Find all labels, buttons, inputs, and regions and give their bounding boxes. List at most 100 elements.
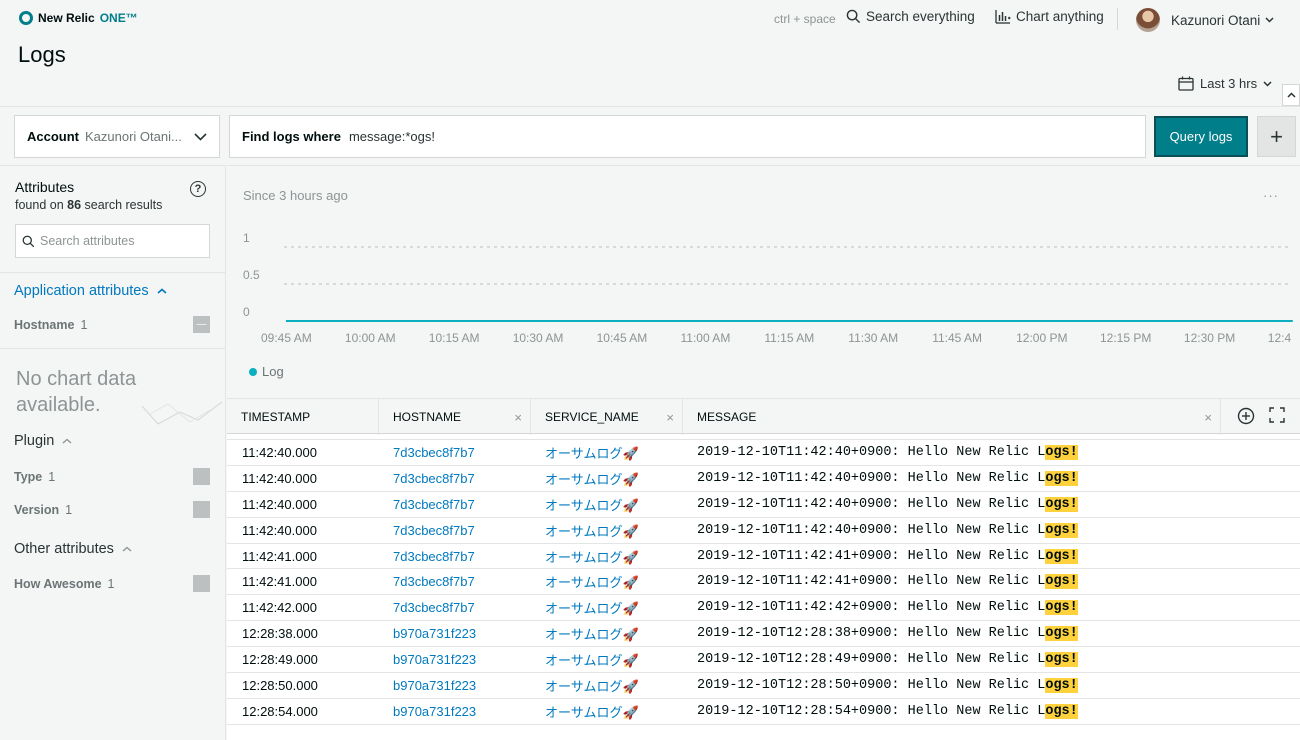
column-header-hostname[interactable]: HOSTNAME × — [379, 399, 531, 435]
attribute-checkbox[interactable]: — — [193, 316, 210, 333]
table-row[interactable]: 12:28:49.000 b970a731f223 オーサムログ🚀 2019-12-1… — [227, 647, 1300, 674]
remove-column-icon[interactable]: × — [514, 410, 522, 425]
time-picker-label: Last 3 hrs — [1200, 76, 1258, 91]
search-icon — [846, 9, 861, 24]
legend-swatch — [249, 367, 257, 376]
column-header-timestamp[interactable]: TIMESTAMP — [227, 399, 379, 435]
service-name-link[interactable]: オーサムログ🚀 — [545, 598, 639, 617]
service-name-link[interactable]: オーサムログ🚀 — [545, 572, 639, 591]
message-cell: 2019-12-10T12:28:50+0900: Hello New Reli… — [697, 677, 1078, 693]
chevron-down-icon — [1265, 17, 1274, 23]
service-name-link[interactable]: オーサムログ🚀 — [545, 521, 639, 540]
timestamp-cell: 11:42:40.000 — [242, 522, 317, 538]
table-row[interactable]: 11:42:40.000 7d3cbec8f7b7 オーサムログ🚀 2019-12-1… — [227, 466, 1300, 492]
message-text: 2019-12-10T11:42:40+0900: Hello New Reli… — [697, 496, 1046, 512]
hostname-link[interactable]: 7d3cbec8f7b7 — [393, 574, 475, 589]
message-cell: 2019-12-10T11:42:41+0900: Hello New Reli… — [697, 548, 1078, 564]
table-row[interactable]: 11:42:41.000 7d3cbec8f7b7 オーサムログ🚀 2019-12-1… — [227, 569, 1300, 596]
hostname-link[interactable]: 7d3cbec8f7b7 — [393, 600, 475, 615]
hostname-link[interactable]: b970a731f223 — [393, 626, 476, 641]
table-row[interactable]: 12:28:54.000 b970a731f223 オーサムログ🚀 2019-12-1… — [227, 699, 1300, 725]
attribute-row-how-awesome[interactable]: How Awesome 1 — [14, 575, 210, 592]
service-name-link[interactable]: オーサムログ🚀 — [545, 676, 639, 695]
attribute-checkbox[interactable] — [193, 501, 210, 518]
chart-legend[interactable]: Log — [249, 364, 284, 379]
table-row[interactable]: 12:28:50.000 b970a731f223 オーサムログ🚀 2019-12-1… — [227, 673, 1300, 699]
message-cell: 2019-12-10T11:42:40+0900: Hello New Reli… — [697, 496, 1078, 512]
account-label: Account — [27, 129, 79, 144]
y-tick-label: 1 — [243, 231, 250, 245]
hostname-link[interactable]: 7d3cbec8f7b7 — [393, 445, 475, 460]
attribute-count: 1 — [107, 576, 115, 591]
table-row[interactable]: 11:42:40.000 7d3cbec8f7b7 オーサムログ🚀 2019-12-1… — [227, 518, 1300, 544]
hostname-link[interactable]: 7d3cbec8f7b7 — [393, 497, 475, 512]
hostname-link[interactable]: 7d3cbec8f7b7 — [393, 523, 475, 538]
message-text: 2019-12-10T12:28:49+0900: Hello New Reli… — [697, 652, 1046, 668]
table-row[interactable]: 11:42:41.000 7d3cbec8f7b7 オーサムログ🚀 2019-12-1… — [227, 544, 1300, 570]
attribute-row-type[interactable]: Type 1 — [14, 468, 210, 485]
timestamp-cell: 12:28:50.000 — [242, 677, 318, 693]
message-cell: 2019-12-10T11:42:40+0900: Hello New Reli… — [697, 522, 1078, 538]
x-tick-label: 11:45 AM — [932, 331, 982, 345]
table-row[interactable]: 11:42:40.000 7d3cbec8f7b7 オーサムログ🚀 2019-12-1… — [227, 492, 1300, 518]
attribute-row-version[interactable]: Version 1 — [14, 501, 210, 518]
column-header-service-name[interactable]: SERVICE_NAME × — [531, 399, 683, 435]
time-picker[interactable]: Last 3 hrs — [1178, 76, 1272, 91]
chart-anything-button[interactable]: Chart anything — [995, 9, 1104, 24]
table-row[interactable]: 11:42:40.000 7d3cbec8f7b7 オーサムログ🚀 2019-12-1… — [227, 440, 1300, 466]
service-name-link[interactable]: オーサムログ🚀 — [545, 495, 639, 514]
add-query-button[interactable]: + — [1257, 116, 1296, 157]
attribute-checkbox[interactable] — [193, 468, 210, 485]
other-attributes-toggle[interactable]: Other attributes — [14, 541, 132, 557]
message-cell: 2019-12-10T11:42:40+0900: Hello New Reli… — [697, 444, 1078, 460]
attribute-row-hostname[interactable]: Hostname 1 — — [14, 316, 210, 333]
attributes-title: Attributes — [15, 179, 75, 195]
collapse-toggle[interactable] — [1282, 84, 1300, 106]
query-logs-button[interactable]: Query logs — [1154, 116, 1248, 157]
service-name-link[interactable]: オーサムログ🚀 — [545, 650, 639, 669]
chevron-up-icon — [1286, 92, 1296, 98]
remove-column-icon[interactable]: × — [666, 410, 674, 425]
service-name-link[interactable]: オーサムログ🚀 — [545, 624, 639, 643]
service-name-link[interactable]: オーサムログ🚀 — [545, 443, 639, 462]
attribute-checkbox[interactable] — [193, 575, 210, 592]
hostname-link[interactable]: 7d3cbec8f7b7 — [393, 549, 475, 564]
message-text: 2019-12-10T12:28:38+0900: Hello New Reli… — [697, 626, 1046, 642]
table-header: TIMESTAMP HOSTNAME × SERVICE_NAME × MESSAG… — [227, 398, 1300, 435]
message-text: 2019-12-10T11:42:41+0900: Hello New Reli… — [697, 548, 1046, 564]
user-menu[interactable]: Kazunori Otani — [1136, 8, 1274, 32]
hostname-link[interactable]: 7d3cbec8f7b7 — [393, 471, 475, 486]
hostname-link[interactable]: b970a731f223 — [393, 652, 476, 667]
attribute-search-input[interactable]: Search attributes — [15, 224, 210, 258]
x-tick-label: 10:15 AM — [429, 331, 480, 345]
user-name: Kazunori Otani — [1171, 12, 1261, 28]
add-column-icon[interactable] — [1237, 407, 1255, 425]
topbar-divider — [1117, 8, 1118, 30]
timestamp-cell: 12:28:49.000 — [242, 652, 318, 668]
chevron-up-icon — [122, 546, 132, 552]
search-highlight: ogs! — [1045, 548, 1078, 564]
service-name-link[interactable]: オーサムログ🚀 — [545, 702, 639, 721]
fullscreen-icon[interactable] — [1269, 407, 1285, 423]
table-row[interactable]: 11:42:42.000 7d3cbec8f7b7 オーサムログ🚀 2019-12-1… — [227, 595, 1300, 622]
timestamp-cell: 11:42:40.000 — [242, 496, 317, 512]
attribute-count: 1 — [48, 469, 56, 484]
hostname-link[interactable]: b970a731f223 — [393, 678, 476, 693]
chart-icon — [995, 10, 1011, 24]
service-name-link[interactable]: オーサムログ🚀 — [545, 469, 639, 488]
query-input[interactable]: Find logs where message:*ogs! — [229, 115, 1146, 158]
service-name-link[interactable]: オーサムログ🚀 — [545, 547, 639, 566]
query-text[interactable]: message:*ogs! — [349, 129, 435, 144]
table-row[interactable]: 12:28:38.000 b970a731f223 オーサムログ🚀 2019-12-1… — [227, 621, 1300, 648]
search-highlight: ogs! — [1045, 522, 1078, 538]
plugin-section-toggle[interactable]: Plugin — [14, 433, 72, 449]
message-text: 2019-12-10T11:42:40+0900: Hello New Reli… — [697, 470, 1046, 486]
hostname-link[interactable]: b970a731f223 — [393, 704, 476, 719]
column-header-message[interactable]: MESSAGE × — [683, 399, 1221, 435]
application-attributes-toggle[interactable]: Application attributes — [14, 283, 167, 299]
search-everything-button[interactable]: Search everything — [846, 9, 975, 24]
account-selector[interactable]: Account Kazunori Otani... — [14, 115, 220, 158]
remove-column-icon[interactable]: × — [1204, 410, 1212, 425]
new-relic-logo[interactable]: New Relic ONE™ — [19, 11, 138, 25]
help-icon[interactable]: ? — [190, 181, 206, 197]
